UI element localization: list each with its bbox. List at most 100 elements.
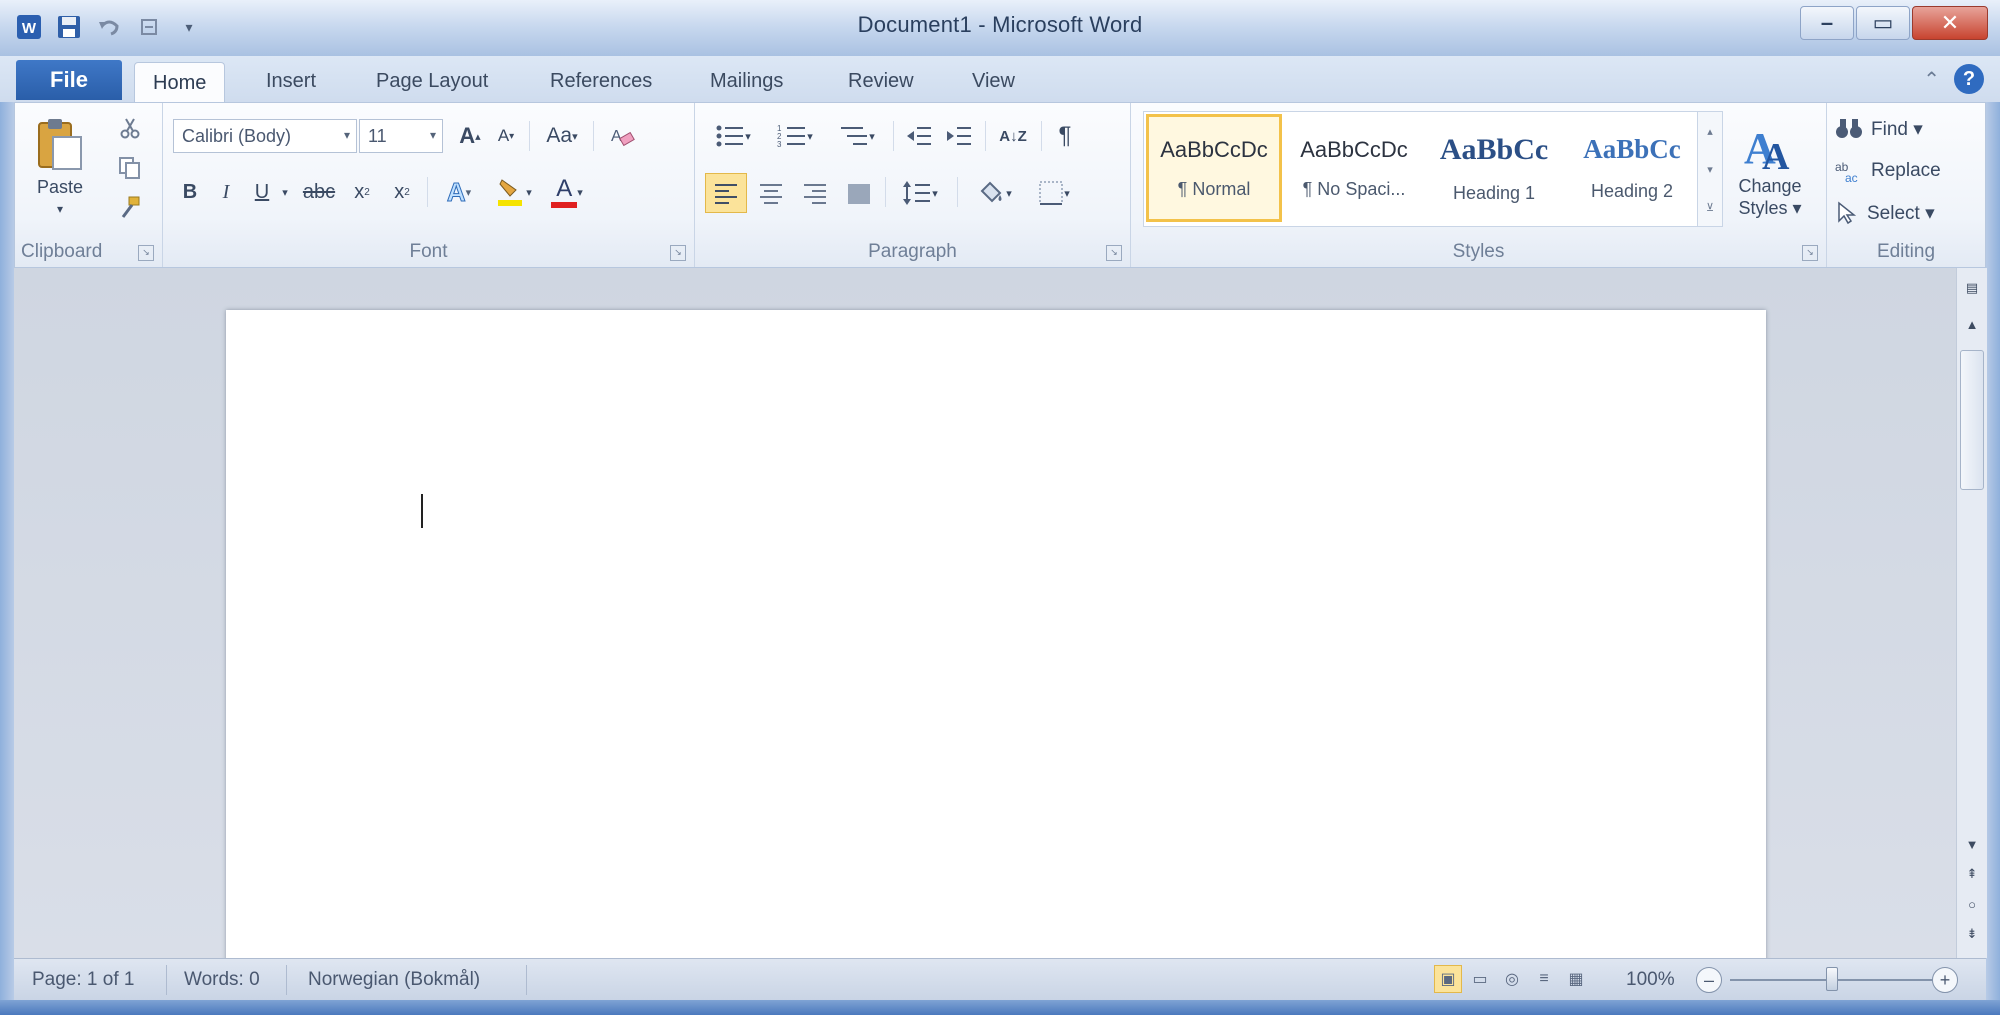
tab-page-layout[interactable]: Page Layout [358, 62, 506, 100]
minimize-ribbon-icon[interactable]: ⌃ [1923, 67, 1940, 92]
zoom-level[interactable]: 100% [1626, 969, 1675, 991]
borders-button[interactable]: ▾ [1027, 175, 1081, 211]
scroll-thumb[interactable] [1960, 350, 1984, 490]
tab-review[interactable]: Review [830, 62, 932, 100]
tab-insert[interactable]: Insert [248, 62, 334, 100]
font-name-combo[interactable]: Calibri (Body) ▾ [173, 119, 357, 153]
maximize-button[interactable]: ▭ [1856, 6, 1910, 40]
cut-icon[interactable] [115, 113, 145, 143]
web-layout-icon[interactable]: ◎ [1498, 965, 1526, 993]
highlight-button[interactable]: ▾ [487, 173, 539, 211]
tab-home[interactable]: Home [134, 62, 226, 103]
sort-button[interactable]: A↓Z [991, 117, 1035, 155]
show-marks-button[interactable]: ¶ [1047, 119, 1083, 153]
tab-mailings[interactable]: Mailings [692, 62, 801, 100]
bullets-icon [716, 125, 744, 147]
style-name: ¶ Normal [1177, 178, 1251, 199]
multilevel-list-button[interactable]: ▾ [829, 119, 885, 153]
strikethrough-button[interactable]: abc [297, 175, 341, 209]
bold-button[interactable]: B [175, 175, 205, 209]
scroll-down-icon[interactable]: ▾ [1707, 163, 1713, 176]
scroll-down-icon[interactable]: ▼ [1960, 832, 1984, 856]
document-page[interactable] [226, 310, 1766, 970]
decrease-indent-icon[interactable] [901, 119, 937, 153]
text-effects-button[interactable]: A ▾ [437, 173, 481, 211]
styles-gallery: AaBbCcDc ¶ Normal AaBbCcDc ¶ No Spaci...… [1143, 111, 1723, 227]
help-icon[interactable]: ? [1954, 64, 1984, 94]
shading-button[interactable]: ▾ [967, 175, 1021, 211]
align-left-icon [715, 184, 737, 204]
shrink-font-button[interactable]: A ▾ [489, 119, 523, 153]
paste-button[interactable]: Paste ▾ [29, 111, 91, 221]
style-no-spacing[interactable]: AaBbCcDc ¶ No Spaci... [1286, 114, 1422, 222]
divider [885, 177, 886, 207]
divider [286, 965, 287, 995]
svg-text:A: A [611, 128, 622, 145]
font-color-icon: A [556, 174, 573, 202]
font-color-button[interactable]: A ▾ [543, 173, 591, 211]
numbering-button[interactable]: 123 ▾ [767, 119, 823, 153]
styles-launcher-icon[interactable]: ↘ [1802, 245, 1818, 261]
previous-page-icon[interactable]: ⇞ [1960, 862, 1984, 886]
divider [1041, 121, 1042, 151]
style-name: Heading 1 [1452, 182, 1536, 203]
underline-dropdown-icon[interactable]: ▾ [277, 175, 293, 209]
language-indicator[interactable]: Norwegian (Bokmål) [308, 969, 480, 991]
zoom-slider-thumb[interactable] [1826, 967, 1838, 991]
draft-view-icon[interactable]: ▦ [1562, 965, 1590, 993]
zoom-in-button[interactable]: + [1932, 967, 1958, 993]
italic-button[interactable]: I [211, 175, 241, 209]
underline-button[interactable]: U [247, 175, 277, 209]
vertical-scrollbar[interactable]: ▤ ▲ ▼ ⇞ ○ ⇟ [1956, 268, 1987, 958]
tab-file[interactable]: File [16, 60, 122, 100]
style-normal[interactable]: AaBbCcDc ¶ Normal [1146, 114, 1282, 222]
font-launcher-icon[interactable]: ↘ [670, 245, 686, 261]
change-styles-button[interactable]: AA Change Styles ▾ [1729, 111, 1811, 229]
bullets-button[interactable]: ▾ [705, 119, 761, 153]
format-painter-icon[interactable] [115, 193, 145, 223]
more-styles-icon[interactable]: ⊻ [1706, 201, 1714, 214]
full-screen-reading-icon[interactable]: ▭ [1466, 965, 1494, 993]
print-layout-view-icon[interactable]: ▣ [1434, 965, 1462, 993]
scroll-up-icon[interactable]: ▴ [1707, 125, 1713, 138]
grow-font-button[interactable]: A ▴ [453, 119, 487, 153]
scroll-up-icon[interactable]: ▲ [1960, 312, 1984, 336]
browse-object-icon[interactable]: ○ [1960, 892, 1984, 916]
find-button[interactable]: Find ▾ [1835, 113, 1975, 145]
replace-button[interactable]: ab ac Replace [1835, 155, 1975, 187]
next-page-icon[interactable]: ⇟ [1960, 922, 1984, 946]
align-center-icon[interactable] [753, 175, 789, 211]
ruler-toggle-icon[interactable]: ▤ [1960, 276, 1984, 300]
close-button[interactable]: ✕ [1912, 6, 1988, 40]
page-count[interactable]: Page: 1 of 1 [32, 969, 134, 991]
clipboard-launcher-icon[interactable]: ↘ [138, 245, 154, 261]
font-size-combo[interactable]: 11 ▾ [359, 119, 443, 153]
replace-label: Replace [1871, 160, 1941, 181]
copy-icon[interactable] [115, 153, 145, 183]
style-heading-1[interactable]: AaBbCc Heading 1 [1426, 114, 1562, 222]
document-area [14, 268, 1958, 970]
zoom-out-button[interactable]: – [1696, 967, 1722, 993]
line-spacing-button[interactable]: ▾ [893, 175, 947, 211]
change-case-button[interactable]: Aa ▾ [537, 119, 587, 153]
align-left-button[interactable] [705, 173, 747, 213]
text-cursor [421, 494, 423, 528]
align-right-icon[interactable] [797, 175, 833, 211]
word-count[interactable]: Words: 0 [184, 969, 260, 991]
justify-icon[interactable] [841, 175, 877, 211]
increase-indent-icon[interactable] [941, 119, 977, 153]
subscript-button[interactable]: x2 [345, 175, 379, 209]
clear-formatting-icon[interactable]: A [603, 117, 641, 155]
select-button[interactable]: Select ▾ [1835, 197, 1975, 229]
outline-view-icon[interactable]: ≡ [1530, 965, 1558, 993]
tab-view[interactable]: View [954, 62, 1033, 100]
paragraph-launcher-icon[interactable]: ↘ [1106, 245, 1122, 261]
styles-gallery-scroll[interactable]: ▴ ▾ ⊻ [1697, 112, 1722, 226]
style-heading-2[interactable]: AaBbCc Heading 2 [1564, 114, 1700, 222]
select-cursor-icon [1838, 201, 1857, 225]
tab-references[interactable]: References [532, 62, 670, 100]
superscript-button[interactable]: x2 [385, 175, 419, 209]
minimize-button[interactable]: – [1800, 6, 1854, 40]
divider [166, 965, 167, 995]
change-styles-icon: AA [1744, 124, 1790, 173]
